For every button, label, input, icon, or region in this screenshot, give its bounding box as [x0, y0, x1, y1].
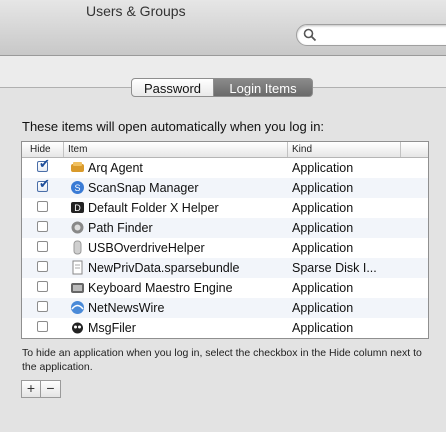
remove-button[interactable]: −	[41, 380, 61, 398]
arq-agent-icon	[71, 162, 84, 172]
table-row[interactable]: Keyboard Maestro Engine Application	[22, 278, 428, 298]
login-items-panel: These items will open automatically when…	[0, 87, 446, 432]
item-kind: Application	[292, 301, 354, 315]
column-header-hide[interactable]: Hide	[30, 143, 51, 157]
checkmark-icon: ✔	[39, 176, 50, 191]
tab-password[interactable]: Password	[131, 78, 214, 97]
column-divider	[63, 142, 64, 157]
window-title: Users & Groups	[86, 3, 186, 19]
intro-text: These items will open automatically when…	[22, 119, 325, 134]
search-icon	[303, 28, 317, 42]
scansnap-icon: S	[71, 181, 84, 194]
table-row[interactable]: ✔ S ScanSnap Manager Application	[22, 177, 428, 198]
hide-checkbox[interactable]: ✔	[37, 177, 50, 192]
item-name: ScanSnap Manager	[88, 181, 199, 195]
table-row[interactable]: ✔ Arq Agent Application	[22, 157, 428, 178]
item-kind: Application	[292, 181, 354, 195]
search-field[interactable]	[296, 24, 446, 46]
tab-bar: Password Login Items	[131, 78, 313, 97]
item-kind: Sparse Disk I...	[292, 261, 377, 275]
add-remove-buttons: + −	[21, 380, 61, 398]
item-kind: Application	[292, 241, 354, 255]
search-input[interactable]	[321, 27, 445, 43]
item-name: NewPrivData.sparsebundle	[88, 261, 240, 275]
svg-text:S: S	[74, 183, 80, 193]
item-name: Path Finder	[88, 221, 153, 235]
item-kind: Application	[292, 281, 354, 295]
hide-checkbox[interactable]: ✔	[37, 157, 50, 172]
hide-checkbox[interactable]	[37, 301, 48, 312]
tab-login-items[interactable]: Login Items	[214, 78, 313, 97]
item-kind: Application	[292, 321, 354, 335]
add-button[interactable]: +	[21, 380, 41, 398]
item-name: USBOverdriveHelper	[88, 241, 205, 255]
table-body: ✔ Arq Agent Application ✔ S ScanSnap Manager A…	[22, 157, 428, 338]
login-items-table: Hide Item Kind ✔ Arq Agent Application ✔ S Sc…	[21, 141, 429, 339]
column-divider	[287, 142, 288, 157]
netnewswire-icon	[71, 301, 84, 314]
table-row[interactable]: NetNewsWire Application	[22, 298, 428, 318]
item-kind: Application	[292, 201, 354, 215]
column-header-kind[interactable]: Kind	[292, 143, 312, 157]
window-toolbar: Users & Groups	[0, 0, 446, 56]
msgfiler-icon	[72, 322, 83, 334]
path-finder-icon	[71, 221, 84, 234]
table-row[interactable]: MsgFiler Application	[22, 318, 428, 338]
table-row[interactable]: Path Finder Application	[22, 218, 428, 238]
item-name: MsgFiler	[88, 321, 136, 335]
column-divider	[400, 142, 401, 157]
item-name: Arq Agent	[88, 161, 143, 175]
table-row[interactable]: NewPrivData.sparsebundle Sparse Disk I...	[22, 258, 428, 278]
sparse-bundle-icon	[72, 260, 83, 275]
hide-checkbox[interactable]	[37, 321, 48, 332]
item-kind: Application	[292, 161, 354, 175]
hide-checkbox[interactable]	[37, 221, 48, 232]
table-row[interactable]: D Default Folder X Helper Application	[22, 198, 428, 218]
hide-checkbox[interactable]	[37, 281, 48, 292]
hide-checkbox[interactable]	[37, 261, 48, 272]
usb-overdrive-icon	[73, 240, 82, 255]
item-name: Default Folder X Helper	[88, 201, 219, 215]
hide-checkbox[interactable]	[37, 201, 48, 212]
item-name: Keyboard Maestro Engine	[88, 281, 233, 295]
table-header: Hide Item Kind	[22, 142, 428, 158]
hide-checkbox[interactable]	[37, 241, 48, 252]
item-name: NetNewsWire	[88, 301, 165, 315]
table-row[interactable]: USBOverdriveHelper Application	[22, 238, 428, 258]
svg-text:D: D	[74, 203, 81, 213]
item-kind: Application	[292, 221, 354, 235]
hint-text: To hide an application when you log in, …	[22, 347, 422, 373]
keyboard-maestro-icon	[71, 283, 84, 293]
checkmark-icon: ✔	[39, 156, 50, 171]
default-folder-icon: D	[71, 202, 84, 213]
column-header-item[interactable]: Item	[68, 143, 87, 157]
